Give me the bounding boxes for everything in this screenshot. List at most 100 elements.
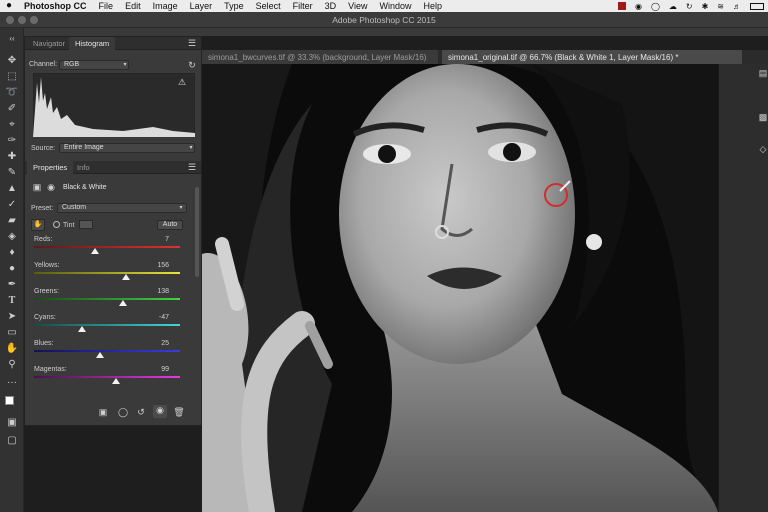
healing-brush-tool-icon[interactable]: ✚: [4, 150, 20, 164]
menu-view[interactable]: View: [342, 0, 373, 12]
status-battery-icon[interactable]: [750, 2, 764, 10]
slider-thumb[interactable]: [91, 248, 100, 254]
brush-tool-icon[interactable]: ✎: [4, 166, 20, 180]
menu-3d[interactable]: 3D: [319, 0, 343, 12]
options-bar: [24, 28, 768, 36]
slider-value[interactable]: 156: [145, 262, 169, 269]
eyedropper-tool-icon[interactable]: ✑: [4, 134, 20, 148]
slider-value[interactable]: 138: [145, 288, 169, 295]
move-tool-icon[interactable]: ✥: [4, 54, 20, 68]
panel-menu-icon[interactable]: ☰: [187, 38, 197, 48]
menu-layer[interactable]: Layer: [184, 0, 219, 12]
tab-histogram[interactable]: Histogram: [69, 37, 116, 50]
lasso-tool-icon[interactable]: ➰: [4, 86, 20, 100]
eraser-tool-icon[interactable]: ▰: [4, 214, 20, 228]
menu-filter[interactable]: Filter: [287, 0, 319, 12]
slider-value[interactable]: 7: [145, 236, 169, 243]
marquee-tool-icon[interactable]: ⬚: [4, 70, 20, 84]
hand-tool-icon[interactable]: ✋: [4, 342, 20, 356]
pen-tool-icon[interactable]: ✒: [4, 278, 20, 292]
view-previous-state-icon[interactable]: ◯: [117, 407, 129, 417]
clone-stamp-tool-icon[interactable]: ▲: [4, 182, 20, 196]
layer-mask-icon[interactable]: ◉: [45, 182, 57, 192]
zoom-tool-icon[interactable]: ⚲: [4, 358, 20, 372]
toggle-visibility-icon[interactable]: ◉: [153, 405, 167, 418]
foreground-color-swatch[interactable]: [5, 396, 14, 405]
properties-panel-tabs: Properties Info ☰: [25, 161, 201, 174]
doc-tab-original[interactable]: simona1_original.tif @ 66.7% (Black & Wh…: [442, 50, 742, 65]
status-red-icon[interactable]: [617, 2, 626, 10]
reset-adjustments-icon[interactable]: ↺: [135, 407, 147, 417]
slider-track[interactable]: [34, 324, 180, 326]
screen-mode-icon[interactable]: ▢: [4, 434, 20, 448]
source-select[interactable]: Entire Image: [59, 143, 195, 153]
quick-mask-icon[interactable]: ▣: [4, 416, 20, 430]
status-wifi-icon[interactable]: ≋: [717, 2, 724, 11]
slider-value[interactable]: 25: [145, 340, 169, 347]
crop-tool-icon[interactable]: ⌖: [4, 118, 20, 132]
menu-type[interactable]: Type: [218, 0, 250, 12]
slider-track[interactable]: [34, 246, 180, 248]
status-sync-icon[interactable]: ↻: [686, 2, 693, 11]
tab-navigator[interactable]: Navigator: [27, 37, 71, 50]
slider-thumb[interactable]: [119, 300, 128, 306]
tab-info[interactable]: Info: [71, 161, 96, 174]
channel-select[interactable]: RGB: [59, 60, 129, 70]
menu-window[interactable]: Window: [374, 0, 418, 12]
menu-image[interactable]: Image: [147, 0, 184, 12]
warning-icon[interactable]: ⚠: [177, 77, 187, 87]
auto-button[interactable]: Auto: [157, 220, 183, 230]
app-menu[interactable]: Photoshop CC: [18, 0, 93, 12]
collapse-tools-icon[interactable]: ‹‹: [4, 32, 20, 46]
slider-value[interactable]: 99: [145, 366, 169, 373]
panel-scrollbar[interactable]: [195, 187, 199, 277]
tab-properties[interactable]: Properties: [27, 161, 74, 174]
portrait-image: [202, 64, 718, 512]
dock-paths-icon[interactable]: ◇: [757, 144, 768, 154]
slider-thumb[interactable]: [121, 274, 130, 280]
blur-tool-icon[interactable]: ♦: [4, 246, 20, 260]
path-selection-tool-icon[interactable]: ➤: [4, 310, 20, 324]
slider-thumb[interactable]: [78, 326, 87, 332]
status-cloud-icon[interactable]: ☁: [669, 2, 677, 11]
delete-adjustment-icon[interactable]: 🗑: [173, 407, 185, 417]
menu-edit[interactable]: Edit: [119, 0, 147, 12]
status-record-icon[interactable]: ◉: [635, 2, 642, 11]
histogram-graph: [33, 73, 195, 137]
menu-select[interactable]: Select: [250, 0, 287, 12]
refresh-histogram-icon[interactable]: ↻: [187, 60, 197, 70]
more-tools-icon[interactable]: ···: [4, 376, 20, 390]
slider-track[interactable]: [34, 350, 180, 352]
dodge-tool-icon[interactable]: ●: [4, 262, 20, 276]
slider-label: Cyans:: [34, 314, 56, 321]
status-bluetooth-icon[interactable]: ✱: [702, 2, 709, 11]
menu-help[interactable]: Help: [418, 0, 449, 12]
dock-channels-icon[interactable]: ▩: [757, 112, 768, 122]
type-tool-icon[interactable]: T: [4, 294, 20, 308]
slider-value[interactable]: -47: [145, 314, 169, 321]
dock-layers-icon[interactable]: ▤: [757, 68, 768, 78]
preset-select[interactable]: Custom: [57, 203, 187, 213]
apple-menu-icon[interactable]: ●: [0, 0, 18, 12]
slider-track[interactable]: [34, 272, 180, 274]
tint-checkbox[interactable]: [53, 221, 60, 228]
slider-thumb[interactable]: [111, 378, 120, 384]
menu-file[interactable]: File: [93, 0, 120, 12]
rectangle-tool-icon[interactable]: ▭: [4, 326, 20, 340]
quick-select-tool-icon[interactable]: ✐: [4, 102, 20, 116]
paint-bucket-tool-icon[interactable]: ◈: [4, 230, 20, 244]
status-eye-icon[interactable]: ◯: [651, 2, 660, 11]
slider-track[interactable]: [34, 298, 180, 300]
tint-color-swatch[interactable]: [79, 220, 93, 229]
clip-to-layer-icon[interactable]: ▣: [97, 407, 109, 417]
document-canvas[interactable]: [202, 64, 718, 512]
history-brush-tool-icon[interactable]: ✓: [4, 198, 20, 212]
targeted-adjustment-hand-button[interactable]: ✋: [31, 219, 45, 231]
doc-tab-bwcurves[interactable]: simona1_bwcurves.tif @ 33.3% (background…: [202, 50, 438, 65]
status-volume-icon[interactable]: ♬: [733, 2, 741, 11]
channel-chevron-down-icon: ▾: [123, 62, 127, 68]
slider-label: Greens:: [34, 288, 59, 295]
slider-thumb[interactable]: [95, 352, 104, 358]
slider-track[interactable]: [34, 376, 180, 378]
properties-menu-icon[interactable]: ☰: [187, 162, 197, 172]
